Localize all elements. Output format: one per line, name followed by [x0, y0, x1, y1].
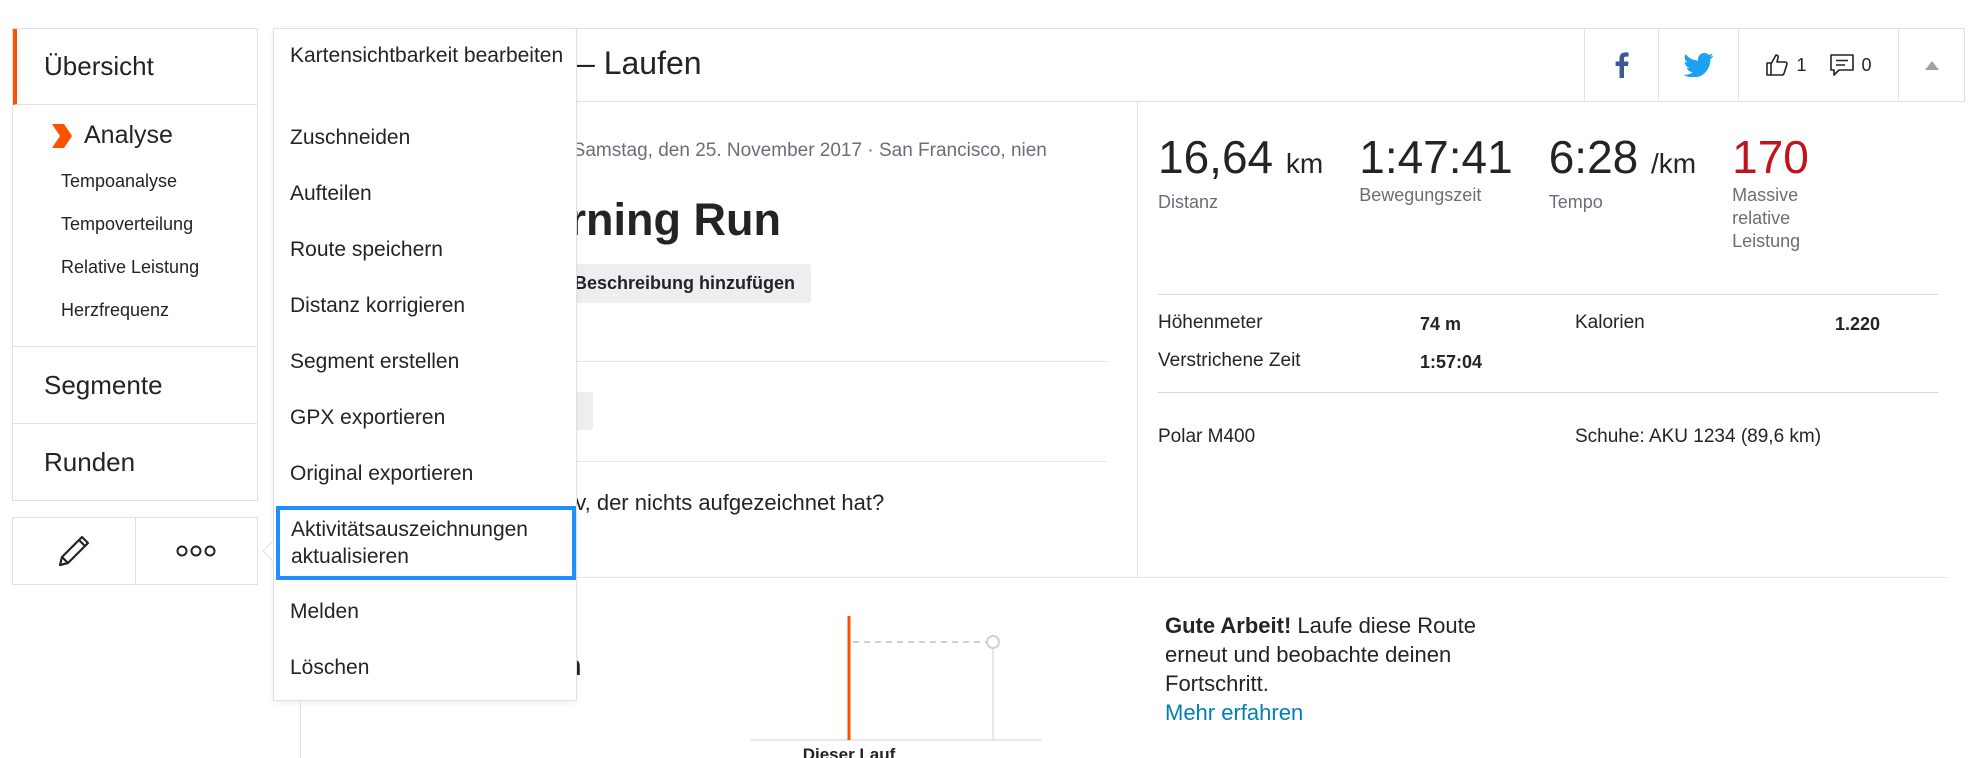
sidebar: Übersicht Analyse Tempoanalyse Tempovert…	[12, 28, 258, 585]
menu-item-save-route[interactable]: Route speichern	[290, 236, 565, 263]
stat-pace: 6:28 /km Tempo	[1549, 130, 1696, 253]
analyse-subitems: Tempoanalyse Tempoverteilung Relative Le…	[13, 156, 257, 346]
stat-distance: 16,64 km Distanz	[1158, 130, 1323, 253]
sidebar-nav: Übersicht Analyse Tempoanalyse Tempovert…	[12, 28, 258, 501]
menu-item-report[interactable]: Melden	[290, 598, 565, 625]
sidebar-item-label: Übersicht	[44, 51, 154, 81]
menu-pointer-icon	[262, 541, 274, 561]
sidebar-actions	[12, 517, 258, 585]
pace-unit: /km	[1651, 148, 1697, 179]
elapsed-time-value: 1:57:04	[1420, 352, 1483, 372]
elapsed-time-label: Verstrichene Zeit	[1158, 350, 1301, 371]
device-name: Polar M400	[1158, 426, 1256, 447]
pace-value: 6:28	[1548, 131, 1639, 183]
sidebar-item-label: Runden	[44, 446, 136, 477]
calories-value: 1.220	[1835, 314, 1881, 334]
menu-item-export-gpx[interactable]: GPX exportieren	[290, 404, 565, 431]
twitter-share-button[interactable]	[1658, 29, 1738, 101]
distance-unit: km	[1285, 148, 1324, 179]
shoes-info[interactable]: Schuhe: AKU 1234 (89,6 km)	[1575, 426, 1821, 448]
divider	[1158, 294, 1938, 295]
facebook-share-button[interactable]	[1584, 29, 1658, 101]
more-actions-menu: Kartensichtbarkeit bearbeiten Zuschneide…	[273, 28, 577, 701]
kudos-count: 1	[1796, 54, 1807, 75]
more-actions-button[interactable]	[134, 518, 258, 584]
learn-more-link[interactable]: Mehr erfahren	[1165, 700, 1303, 725]
menu-item-delete[interactable]: Löschen	[290, 654, 565, 681]
twitter-icon	[1683, 53, 1713, 77]
moving-time-value: 1:47:41	[1359, 131, 1513, 183]
menu-item-export-original[interactable]: Original exportieren	[290, 460, 565, 487]
menu-item-edit-map-visibility[interactable]: Kartensichtbarkeit bearbeiten	[290, 42, 565, 69]
page-title: – Laufen	[577, 45, 702, 81]
effort-value: 170	[1732, 131, 1809, 183]
good-work-message: Gute Arbeit! Laufe diese Route erneut un…	[1165, 611, 1505, 727]
sidebar-item-laps[interactable]: Runden	[13, 423, 257, 500]
route-progress-chart: Dieser Lauf	[751, 616, 1041, 758]
stat-moving-time: 1:47:41 Bewegungszeit	[1359, 130, 1512, 253]
sidebar-item-segments[interactable]: Segmente	[13, 346, 257, 423]
sidebar-subitem-heart-rate[interactable]: Herzfrequenz	[61, 289, 257, 332]
sidebar-subitem-relative-effort[interactable]: Relative Leistung	[61, 246, 257, 289]
stat-relative-effort[interactable]: 170 Massive relative Leistung	[1732, 130, 1842, 253]
kudos-button[interactable]: 1	[1765, 53, 1807, 77]
menu-item-crop[interactable]: Zuschneiden	[290, 124, 565, 151]
comment-icon	[1829, 54, 1854, 76]
sidebar-item-analyse[interactable]: Analyse	[13, 105, 257, 156]
edit-button[interactable]	[13, 518, 135, 584]
more-dots-icon	[176, 545, 216, 557]
add-description-label: Beschreibung hinzufügen	[574, 273, 796, 293]
sidebar-item-label: Analyse	[84, 121, 173, 149]
effort-label: Massive relative Leistung	[1732, 185, 1801, 251]
this-run-label: Dieser Lauf	[803, 745, 896, 758]
header-tools: 1 0	[1584, 29, 1964, 101]
sidebar-item-overview[interactable]: Übersicht	[13, 29, 257, 105]
elevation-label: Höhenmeter	[1158, 312, 1263, 333]
menu-item-split[interactable]: Aufteilen	[290, 180, 565, 207]
menu-item-create-segment[interactable]: Segment erstellen	[290, 348, 565, 375]
sidebar-subitem-pace-distribution[interactable]: Tempoverteilung	[61, 203, 257, 246]
good-work-bold: Gute Arbeit!	[1165, 613, 1292, 638]
chart-end-point	[986, 635, 1000, 649]
strava-chevron-icon	[52, 123, 72, 148]
collapse-header-button[interactable]	[1898, 29, 1964, 101]
pace-label: Tempo	[1548, 192, 1603, 212]
comments-button[interactable]: 0	[1829, 53, 1872, 77]
caret-up-icon	[1924, 60, 1939, 70]
comments-count: 0	[1861, 54, 1872, 75]
sidebar-subitem-pace-analysis[interactable]: Tempoanalyse	[61, 160, 257, 203]
inactive-question-text: aktiv, der nichts aufgezeichnet hat?	[541, 490, 885, 515]
facebook-icon	[1615, 52, 1629, 78]
menu-item-correct-distance[interactable]: Distanz korrigieren	[290, 292, 565, 319]
divider	[1158, 392, 1938, 393]
pencil-icon	[58, 535, 89, 567]
moving-time-label: Bewegungszeit	[1359, 185, 1482, 205]
kudos-comments-group: 1 0	[1738, 29, 1898, 101]
menu-item-refresh-achievements[interactable]: Aktivitätsauszeichnungen aktualisieren	[276, 506, 576, 580]
primary-stats: 16,64 km Distanz 1:47:41 Bewegungszeit 6…	[1158, 130, 1878, 253]
thumbs-up-icon	[1766, 54, 1789, 76]
activity-stats: 16,64 km Distanz 1:47:41 Bewegungszeit 6…	[1137, 102, 1947, 577]
sidebar-item-label: Segmente	[44, 369, 163, 400]
distance-value: 16,64	[1158, 131, 1274, 183]
add-description-button[interactable]: Beschreibung hinzufügen	[541, 264, 812, 303]
calories-label: Kalorien	[1575, 312, 1645, 333]
distance-label: Distanz	[1158, 192, 1219, 212]
activity-meta: am Samstag, den 25. November 2017 · San …	[541, 140, 1047, 161]
elevation-value: 74 m	[1420, 314, 1462, 334]
